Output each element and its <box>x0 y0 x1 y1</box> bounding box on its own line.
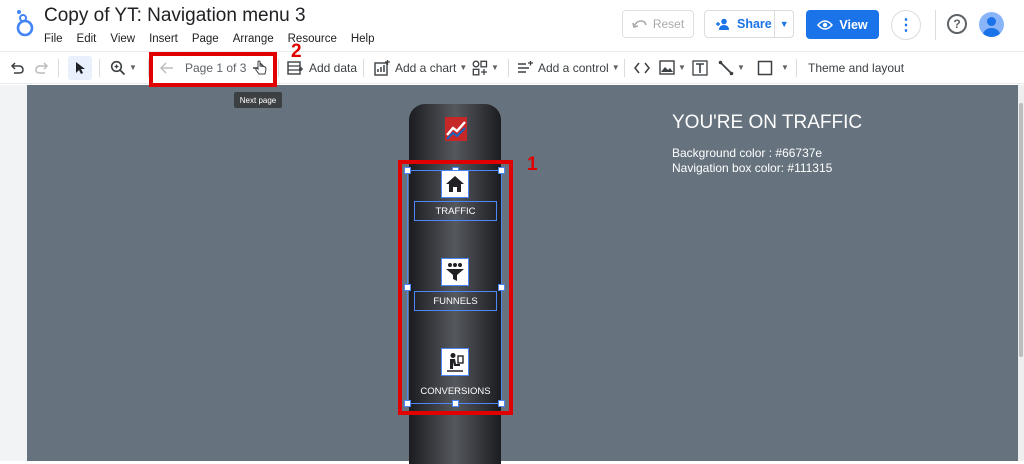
share-main[interactable]: Share <box>705 11 776 37</box>
toolbar-divider <box>796 59 797 77</box>
shape-icon[interactable]: ▼ <box>757 52 789 83</box>
community-visualizations-icon[interactable]: ▼ <box>472 52 499 83</box>
add-control-dropdown-icon[interactable]: ▼ <box>612 63 620 72</box>
scrollbar-thumb[interactable] <box>1019 103 1023 357</box>
toolbar-divider <box>363 59 364 77</box>
view-button[interactable]: View <box>806 10 879 39</box>
zoom-icon[interactable]: ▼ <box>110 52 137 83</box>
toolbar-divider <box>624 59 625 77</box>
menu-file[interactable]: File <box>44 33 63 45</box>
menu-bar: File Edit View Insert Page Arrange Resou… <box>44 33 389 45</box>
add-chart-dropdown-icon[interactable]: ▼ <box>459 63 467 72</box>
report-page[interactable] <box>27 85 1018 461</box>
share-label: Share <box>737 17 772 31</box>
reset-button[interactable]: Reset <box>622 10 694 38</box>
add-chart-icon <box>374 59 390 76</box>
menu-view[interactable]: View <box>110 33 135 45</box>
header-divider <box>935 10 936 40</box>
menu-insert[interactable]: Insert <box>149 33 178 45</box>
undo-icon[interactable] <box>9 52 25 83</box>
add-control-icon <box>518 60 533 73</box>
share-dropdown-icon[interactable]: ▼ <box>775 19 793 29</box>
annotation-box-2 <box>149 52 277 87</box>
toolbar-divider <box>58 59 59 77</box>
embed-code-icon[interactable] <box>634 52 650 83</box>
annotation-box-1 <box>398 160 513 415</box>
image-icon[interactable]: ▼ <box>659 52 686 83</box>
background-color-text: Background color : #66737e <box>672 146 823 160</box>
document-title[interactable]: Copy of YT: Navigation menu 3 <box>44 5 306 27</box>
annotation-number-1: 1 <box>527 154 538 175</box>
menu-arrange[interactable]: Arrange <box>233 33 274 45</box>
brand-logo <box>445 117 467 141</box>
add-control-label: Add a control <box>538 60 609 75</box>
select-tool-icon[interactable] <box>68 56 92 80</box>
reset-icon <box>632 20 647 28</box>
annotation-number-2: 2 <box>291 41 302 62</box>
menu-help[interactable]: Help <box>351 33 375 45</box>
menu-edit[interactable]: Edit <box>77 33 97 45</box>
toolbar-divider <box>508 59 509 77</box>
zoom-dropdown-icon[interactable]: ▼ <box>129 63 137 72</box>
navigation-color-text: Navigation box color: #111315 <box>672 161 833 175</box>
tooltip: Next page <box>234 92 282 108</box>
looker-studio-logo[interactable] <box>14 8 36 38</box>
help-icon[interactable]: ? <box>947 14 967 34</box>
toolbar-divider <box>99 59 100 77</box>
toolbar-divider <box>278 59 279 77</box>
redo-icon[interactable] <box>34 52 50 83</box>
add-chart-button[interactable]: Add a chart ▼ <box>374 52 467 83</box>
page-heading: YOU'RE ON TRAFFIC <box>672 112 863 133</box>
add-person-icon <box>716 18 729 30</box>
line-icon[interactable]: ▼ <box>718 52 745 83</box>
avatar[interactable] <box>979 12 1004 37</box>
more-options-icon[interactable]: ⋮ <box>891 10 921 40</box>
eye-icon <box>817 19 834 30</box>
add-chart-label: Add a chart <box>395 60 457 75</box>
add-control-button[interactable]: Add a control ▼ <box>517 52 620 83</box>
theme-and-layout-button[interactable]: Theme and layout <box>808 52 904 83</box>
view-label: View <box>839 17 868 32</box>
menu-page[interactable]: Page <box>192 33 219 45</box>
add-data-label: Add data <box>309 60 358 75</box>
title-bar: Copy of YT: Navigation menu 3 File Edit … <box>0 0 1024 50</box>
text-box-icon[interactable] <box>692 52 708 83</box>
share-button[interactable]: Share ▼ <box>704 10 794 38</box>
reset-label: Reset <box>652 17 685 31</box>
